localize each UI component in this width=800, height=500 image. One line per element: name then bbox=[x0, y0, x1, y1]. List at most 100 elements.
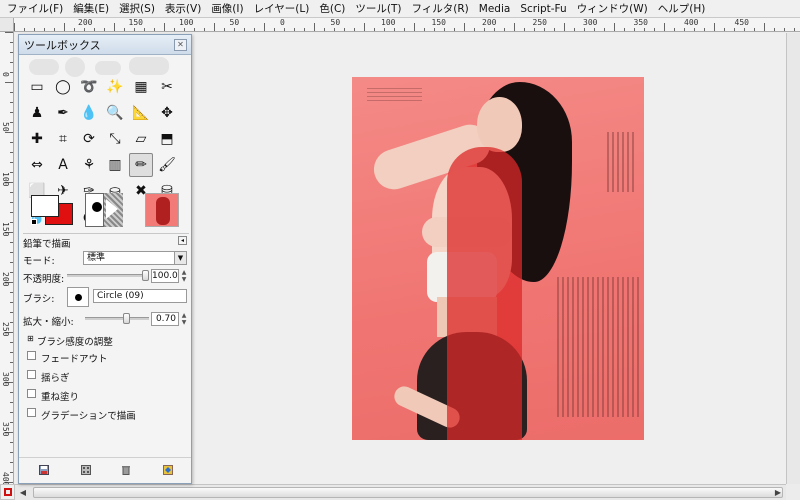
menu-item[interactable]: Media bbox=[474, 0, 516, 18]
fuzzy-select-icon[interactable]: ✨ bbox=[103, 75, 127, 99]
ruler-tick bbox=[574, 28, 575, 31]
active-image-thumbnail[interactable] bbox=[145, 193, 179, 227]
brush-dot-icon bbox=[92, 202, 102, 212]
default-colors-icon[interactable] bbox=[31, 219, 37, 225]
tool-options-title: 鉛筆で描画 bbox=[23, 239, 71, 250]
canvas-image[interactable] bbox=[352, 77, 644, 440]
menu-item[interactable]: 編集(E) bbox=[68, 0, 114, 18]
toolbox-titlebar[interactable]: ツールボックス bbox=[19, 35, 191, 55]
mode-select[interactable]: 標準 ▼ bbox=[83, 251, 187, 265]
options-menu-icon[interactable]: ◂ bbox=[178, 236, 187, 245]
menu-item[interactable]: 色(C) bbox=[314, 0, 350, 18]
menu-item[interactable]: フィルタ(R) bbox=[406, 0, 473, 18]
ruler-tick bbox=[10, 262, 13, 263]
pencil-icon[interactable]: ✏ bbox=[129, 153, 153, 177]
ruler-tick bbox=[10, 152, 13, 153]
menu-item[interactable]: ヘルプ(H) bbox=[653, 0, 711, 18]
paths-icon[interactable]: ✒ bbox=[51, 101, 75, 125]
scale-input[interactable]: 0.70 bbox=[151, 312, 179, 326]
save-options-icon[interactable] bbox=[39, 465, 49, 475]
menu-item[interactable]: レイヤー(L) bbox=[249, 0, 315, 18]
foreground-color-swatch[interactable] bbox=[31, 195, 59, 217]
lasso-icon[interactable]: ➰ bbox=[77, 75, 101, 99]
crop-icon[interactable]: ⌗ bbox=[51, 127, 75, 151]
menu-item[interactable]: 選択(S) bbox=[114, 0, 160, 18]
ruler-tick bbox=[24, 28, 25, 31]
move-icon[interactable]: ✥ bbox=[155, 101, 179, 125]
ruler-tick bbox=[14, 23, 15, 31]
ruler-tick bbox=[564, 23, 565, 31]
menu-item[interactable]: ツール(T) bbox=[350, 0, 406, 18]
blend-icon[interactable]: ▥ bbox=[103, 153, 127, 177]
zoom-icon[interactable]: 🔍 bbox=[103, 101, 127, 125]
color-select-icon[interactable]: ▦ bbox=[129, 75, 153, 99]
pattern-arrow-icon bbox=[106, 199, 118, 219]
ruler-tick bbox=[74, 28, 75, 31]
ruler-tick bbox=[534, 28, 535, 31]
flip-icon[interactable]: ⇔ bbox=[25, 153, 49, 177]
paintbrush-icon[interactable]: 🖌 bbox=[155, 153, 179, 177]
expander-icon[interactable]: ⊞ bbox=[27, 334, 34, 343]
scroll-left-arrow-icon[interactable]: ◀ bbox=[17, 487, 29, 498]
ruler-tick bbox=[10, 372, 13, 373]
color-picker-icon[interactable]: 💧 bbox=[77, 101, 101, 125]
shear-icon[interactable]: ▱ bbox=[129, 127, 153, 151]
rect-select-icon[interactable]: ▭ bbox=[25, 75, 49, 99]
jitter-checkbox[interactable] bbox=[27, 370, 36, 379]
scroll-right-arrow-icon[interactable]: ▶ bbox=[772, 487, 784, 498]
ruler-tick bbox=[704, 28, 705, 31]
gradient-checkbox[interactable] bbox=[27, 408, 36, 417]
scale-slider-knob[interactable] bbox=[122, 313, 130, 324]
opacity-row: 不透明度: 100.0 ▲ ▼ bbox=[23, 269, 189, 285]
incremental-checkbox[interactable] bbox=[27, 389, 36, 398]
brush-selector[interactable] bbox=[67, 287, 89, 307]
scale-spin-icon[interactable]: ▲ ▼ bbox=[180, 312, 188, 326]
ruler-tick bbox=[10, 112, 13, 113]
opacity-slider-knob[interactable] bbox=[142, 270, 149, 281]
scale-icon[interactable]: ⤡ bbox=[103, 127, 127, 151]
menu-item[interactable]: ウィンドウ(W) bbox=[572, 0, 653, 18]
vertical-scrollbar[interactable] bbox=[786, 33, 800, 484]
measure-icon[interactable]: 📐 bbox=[129, 101, 153, 125]
reset-options-icon[interactable] bbox=[163, 465, 173, 475]
clone-icon[interactable]: ⚘ bbox=[77, 153, 101, 177]
ruler-tick bbox=[724, 28, 725, 31]
align-icon[interactable]: ✚ bbox=[25, 127, 49, 151]
rotate-icon[interactable]: ⟳ bbox=[77, 127, 101, 151]
opacity-input[interactable]: 100.0 bbox=[151, 269, 179, 283]
ruler-tick bbox=[784, 28, 785, 31]
ruler-tick bbox=[10, 462, 13, 463]
opacity-spin-icon[interactable]: ▲ ▼ bbox=[180, 269, 188, 283]
text-icon[interactable]: A bbox=[51, 153, 75, 177]
opacity-slider[interactable] bbox=[67, 270, 149, 281]
restore-options-icon[interactable] bbox=[81, 465, 91, 475]
menu-item[interactable]: 表示(V) bbox=[160, 0, 206, 18]
scale-slider[interactable] bbox=[85, 313, 149, 324]
fade-checkbox[interactable] bbox=[27, 351, 36, 360]
foreground-select-icon[interactable]: ♟ bbox=[25, 101, 49, 125]
ellipse-select-icon[interactable]: ◯ bbox=[51, 75, 75, 99]
ruler-tick bbox=[5, 132, 13, 133]
ruler-tick bbox=[354, 28, 355, 31]
ruler-tick bbox=[594, 28, 595, 31]
menu-item[interactable]: 画像(I) bbox=[206, 0, 248, 18]
ruler-tick bbox=[10, 202, 13, 203]
ruler-tick bbox=[54, 28, 55, 31]
menu-item[interactable]: ファイル(F) bbox=[2, 0, 68, 18]
perspective-icon[interactable]: ⬒ bbox=[155, 127, 179, 151]
delete-options-icon[interactable] bbox=[121, 465, 131, 475]
navigate-button[interactable] bbox=[0, 484, 15, 500]
horizontal-scroll-thumb[interactable] bbox=[33, 487, 783, 498]
ruler-tick bbox=[34, 28, 35, 31]
gradient-label: グラデーションで描画 bbox=[41, 411, 136, 422]
menu-item[interactable]: Script-Fu bbox=[515, 0, 571, 18]
close-icon[interactable]: ✕ bbox=[174, 39, 187, 51]
ruler-tick bbox=[344, 28, 345, 31]
scissors-icon[interactable]: ✂ bbox=[155, 75, 179, 99]
horizontal-scrollbar[interactable]: ◀ ▶ bbox=[15, 484, 786, 500]
ruler-tick bbox=[554, 28, 555, 31]
ruler-label: 450 bbox=[734, 18, 749, 27]
fade-label: フェードアウト bbox=[41, 354, 108, 365]
ruler-tick bbox=[44, 28, 45, 31]
ruler-tick bbox=[324, 28, 325, 31]
